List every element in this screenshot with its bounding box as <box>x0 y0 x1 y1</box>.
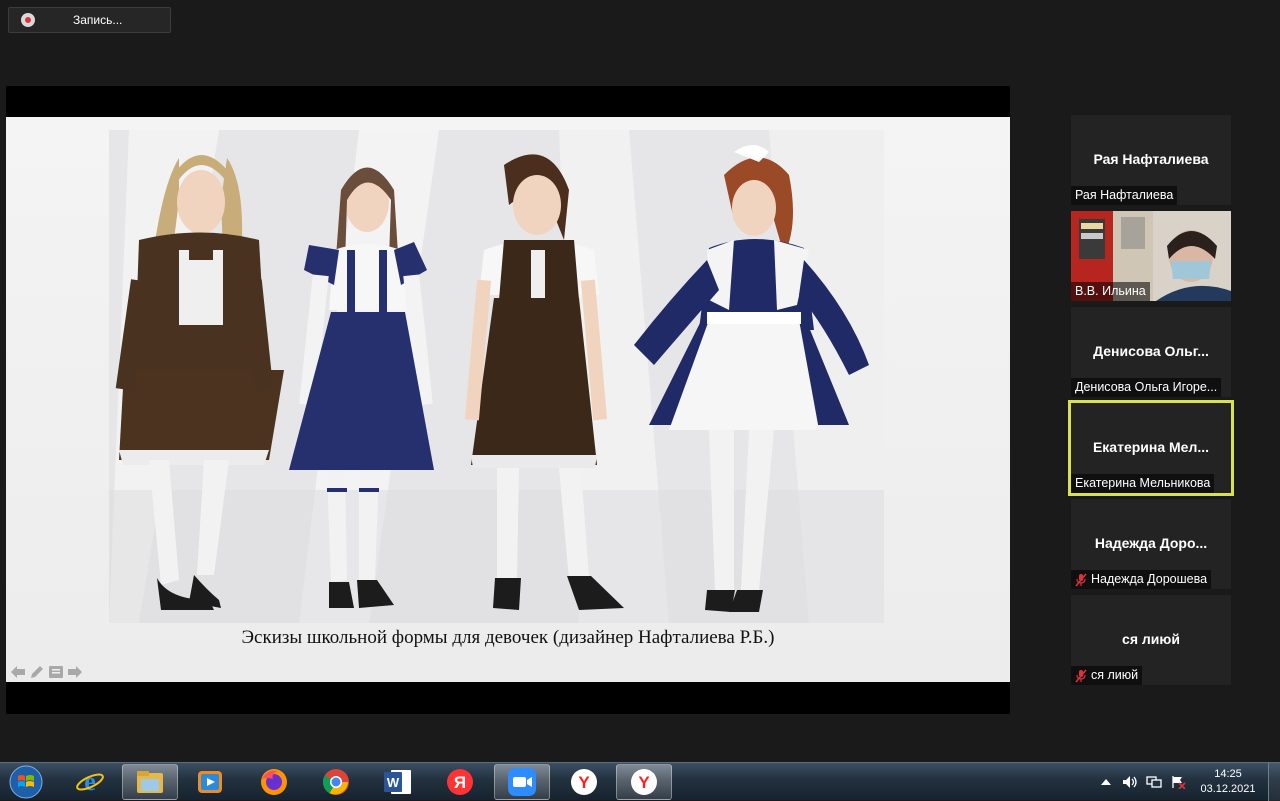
record-icon <box>21 13 35 27</box>
explorer-icon <box>137 771 163 793</box>
network-icon[interactable] <box>1146 774 1162 790</box>
yandex-icon: Y <box>631 769 657 795</box>
participant-name-tag: Екатерина Мельникова <box>1071 474 1215 493</box>
participant-display-name: ся лиюй <box>1122 631 1180 647</box>
volume-icon[interactable] <box>1122 774 1138 790</box>
prev-slide-arrow-icon[interactable] <box>10 664 26 680</box>
participant-tile[interactable]: Денисова Ольг... Денисова Ольга Игоре... <box>1071 307 1231 397</box>
participant-tile[interactable]: Рая Нафталиева Рая Нафталиева <box>1071 115 1231 205</box>
clock-time: 14:25 <box>1214 768 1242 780</box>
show-hidden-icons-chevron-icon[interactable] <box>1098 774 1114 790</box>
zoom-icon <box>508 768 536 796</box>
participant-display-name: Рая Нафталиева <box>1093 151 1209 167</box>
participant-name-tag: Денисова Ольга Игоре... <box>1071 378 1222 397</box>
taskbar-yandex-browser[interactable]: Я <box>432 764 488 800</box>
uniform-sketch-image <box>109 130 884 623</box>
taskbar-word[interactable]: W <box>370 764 426 800</box>
participant-name-tag: В.В. Ильина <box>1071 282 1150 301</box>
svg-text:W: W <box>387 775 400 790</box>
yandex-browser-icon: Я <box>447 769 473 795</box>
windows-taskbar: e W Я Y Y 14:25 03.12.2021 <box>0 762 1280 801</box>
start-button[interactable] <box>4 763 48 801</box>
participant-name-tag: ся лиюй <box>1071 666 1143 685</box>
action-center-flag-icon[interactable] <box>1170 774 1186 790</box>
zoom-meeting-window: Запись... Эскизы школьной формы для дево… <box>0 0 1280 762</box>
taskbar-explorer[interactable] <box>122 764 178 800</box>
participant-tile-video[interactable]: В.В. Ильина <box>1071 211 1231 301</box>
shared-screen: Эскизы школьной формы для девочек (дизай… <box>6 86 1010 714</box>
participant-name-tag: Рая Нафталиева <box>1071 186 1178 205</box>
participant-tile[interactable]: ся лиюй ся лиюй <box>1071 595 1231 685</box>
taskbar-clock[interactable]: 14:25 03.12.2021 <box>1198 767 1258 797</box>
system-tray: 14:25 03.12.2021 <box>1090 763 1280 801</box>
slide-caption: Эскизы школьной формы для девочек (дизай… <box>241 627 775 648</box>
participant-tile-active-speaker[interactable]: Екатерина Мел... Екатерина Мельникова <box>1068 400 1234 496</box>
svg-text:Y: Y <box>638 773 650 792</box>
participant-display-name: Екатерина Мел... <box>1092 439 1210 455</box>
recording-label: Запись... <box>73 13 123 27</box>
word-icon: W <box>384 770 411 794</box>
slide-controls <box>10 664 83 680</box>
svg-text:e: e <box>84 767 96 796</box>
muted-mic-icon <box>1075 573 1087 586</box>
chrome-icon <box>322 769 349 795</box>
taskbar-zoom[interactable] <box>494 764 550 800</box>
taskbar-media-player[interactable] <box>182 764 238 800</box>
taskbar-yandex-2[interactable]: Y <box>616 764 672 800</box>
next-slide-arrow-icon[interactable] <box>67 664 83 680</box>
participant-display-name: Надежда Доро... <box>1094 535 1208 551</box>
firefox-icon <box>261 769 287 795</box>
svg-text:Я: Я <box>454 773 466 792</box>
media-player-icon <box>198 771 222 793</box>
presentation-slide: Эскизы школьной формы для девочек (дизай… <box>6 117 1010 682</box>
participant-tile[interactable]: Надежда Доро... Надежда Дорошева <box>1071 499 1231 589</box>
ie-icon: e <box>76 767 104 796</box>
show-desktop-button[interactable] <box>1268 763 1280 801</box>
participant-display-name: Денисова Ольг... <box>1093 343 1209 359</box>
muted-mic-icon <box>1075 669 1087 682</box>
taskbar-yandex[interactable]: Y <box>556 764 612 800</box>
taskbar-firefox[interactable] <box>246 764 302 800</box>
clock-date: 03.12.2021 <box>1200 783 1256 795</box>
yandex-icon: Y <box>571 769 597 795</box>
taskbar-chrome[interactable] <box>308 764 364 800</box>
windows-logo-icon <box>9 765 43 799</box>
svg-text:Y: Y <box>578 773 590 792</box>
taskbar-ie[interactable]: e <box>62 764 118 800</box>
pen-icon[interactable] <box>29 664 45 680</box>
slide-menu-icon[interactable] <box>48 664 64 680</box>
participant-name-tag: Надежда Дорошева <box>1071 570 1212 589</box>
recording-indicator[interactable]: Запись... <box>8 7 171 33</box>
